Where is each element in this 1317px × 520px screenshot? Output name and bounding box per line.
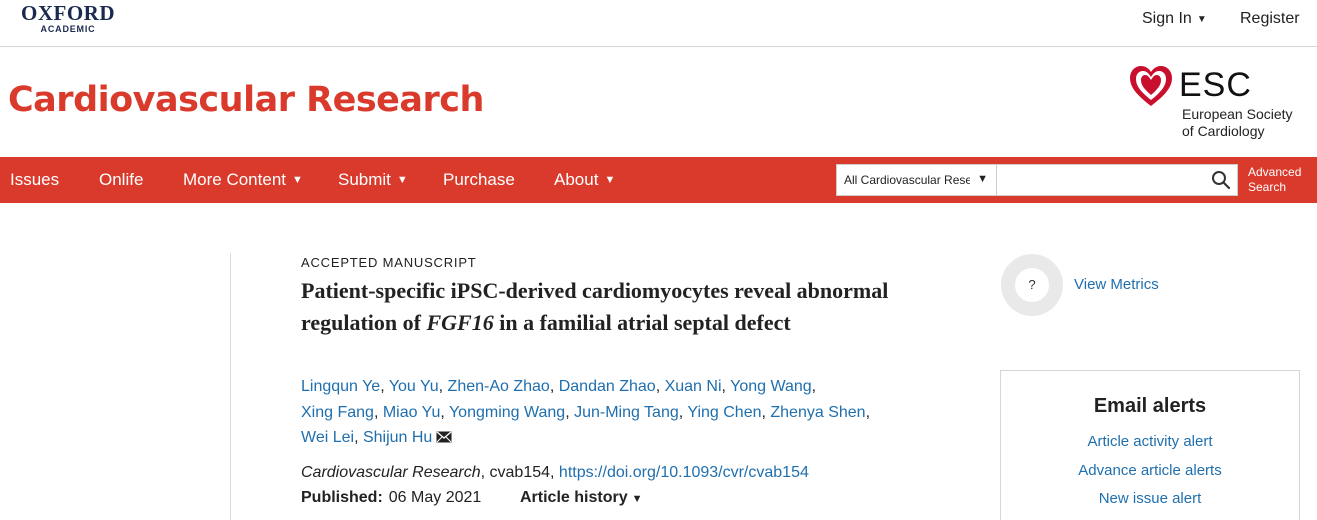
published-label: Published:: [301, 489, 383, 506]
content-divider: [230, 253, 231, 520]
altmetric-badge[interactable]: ?: [1001, 254, 1063, 316]
title-gene: FGF16: [426, 310, 494, 335]
citation-id: , cvab154,: [480, 464, 559, 481]
esc-full-name: European Society of Cardiology: [1182, 106, 1293, 140]
doi-link[interactable]: https://doi.org/10.1093/cvr/cvab154: [559, 464, 809, 481]
advanced-search-line2: Search: [1248, 180, 1287, 194]
nav-purchase[interactable]: Purchase: [443, 170, 515, 190]
article-history-toggle[interactable]: Article history ▼: [520, 489, 642, 507]
esc-heart-icon: [1130, 66, 1172, 106]
author-link[interactable]: Miao Yu: [383, 404, 441, 421]
search-bar: All Cardiovascular Rese ▼: [836, 164, 1238, 196]
envelope-icon[interactable]: [436, 431, 452, 443]
author-link[interactable]: Zhen-Ao Zhao: [448, 378, 550, 395]
nav-about[interactable]: About ▼: [554, 170, 615, 190]
author-link[interactable]: Shijun Hu: [363, 429, 432, 446]
author-link[interactable]: Lingqun Ye: [301, 378, 380, 395]
search-input[interactable]: [998, 165, 1208, 195]
author-link[interactable]: Xuan Ni: [665, 378, 722, 395]
author-link[interactable]: You Yu: [389, 378, 439, 395]
caret-down-icon: ▼: [631, 493, 643, 505]
author-link[interactable]: Jun-Ming Tang: [574, 404, 679, 421]
view-metrics-link[interactable]: View Metrics: [1074, 276, 1159, 293]
search-scope-value: All Cardiovascular Rese: [844, 173, 970, 187]
advance-article-alerts-link[interactable]: Advance article alerts: [1001, 462, 1299, 479]
nav-issues[interactable]: Issues: [10, 170, 59, 190]
author-link[interactable]: Xing Fang: [301, 404, 374, 421]
author-link[interactable]: Zhenya Shen: [770, 404, 865, 421]
author-link[interactable]: Ying Chen: [687, 404, 761, 421]
email-alerts-title: Email alerts: [1093, 395, 1207, 417]
search-icon[interactable]: [1211, 170, 1231, 190]
author-link[interactable]: Wei Lei: [301, 429, 354, 446]
caret-down-icon: ▼: [977, 173, 988, 185]
esc-logo[interactable]: ESC European Society of Cardiology: [1128, 62, 1308, 142]
nav-submit-label: Submit: [338, 170, 391, 189]
published-date: 06 May 2021: [388, 489, 482, 506]
advanced-search-link[interactable]: Advanced Search: [1248, 165, 1301, 195]
title-part2: in a familial atrial septal defect: [493, 310, 791, 335]
nav-more-content-label: More Content: [183, 170, 286, 189]
caret-down-icon: ▼: [292, 174, 303, 186]
esc-name-line2: of Cardiology: [1182, 123, 1265, 139]
nav-about-label: About: [554, 170, 599, 189]
author-list: Lingqun Ye, You Yu, Zhen-Ao Zhao, Dandan…: [301, 378, 871, 446]
citation-journal: Cardiovascular Research: [301, 464, 481, 481]
nav-more-content[interactable]: More Content ▼: [183, 170, 303, 190]
caret-down-icon: ▼: [604, 174, 616, 186]
logo-sub: ACADEMIC: [40, 24, 96, 34]
oxford-academic-logo[interactable]: OXFORD ACADEMIC: [10, 3, 126, 35]
author-link[interactable]: Dandan Zhao: [559, 378, 656, 395]
search-scope-select[interactable]: All Cardiovascular Rese ▼: [837, 165, 997, 195]
article-activity-alert-link[interactable]: Article activity alert: [1001, 433, 1299, 450]
caret-down-icon: ▼: [396, 174, 408, 186]
esc-name-line1: European Society: [1182, 106, 1293, 122]
article-history-label: Article history: [520, 489, 628, 506]
caret-down-icon: ▼: [1196, 14, 1207, 25]
email-alerts-panel: Email alerts Article activity alert Adva…: [1000, 370, 1300, 520]
nav-onlife[interactable]: Onlife: [99, 170, 143, 190]
author-link[interactable]: Yong Wang: [730, 378, 812, 395]
nav-onlife-label: Onlife: [99, 170, 144, 189]
citation-line: Cardiovascular Research, cvab154, https:…: [301, 464, 809, 482]
nav-issues-label: Issues: [10, 170, 60, 189]
article-type: ACCEPTED MANUSCRIPT: [301, 255, 477, 270]
logo-word: OXFORD: [21, 1, 115, 25]
sign-in-label: Sign In: [1142, 10, 1192, 27]
journal-title[interactable]: Cardiovascular Research: [8, 80, 484, 120]
article-title: Patient-specific iPSC-derived cardiomyoc…: [301, 275, 901, 339]
metrics-question-icon: ?: [1015, 268, 1049, 302]
author-link[interactable]: Yongming Wang: [449, 404, 565, 421]
nav-submit[interactable]: Submit ▼: [338, 170, 408, 190]
nav-purchase-label: Purchase: [443, 170, 515, 189]
advanced-search-line1: Advanced: [1248, 165, 1302, 179]
esc-abbr: ESC: [1179, 66, 1252, 104]
register-link[interactable]: Register: [1240, 10, 1300, 28]
new-issue-alert-link[interactable]: New issue alert: [1001, 490, 1299, 507]
published-line: Published: 06 May 2021: [301, 489, 481, 507]
top-bar: OXFORD ACADEMIC Sign In ▼ Register: [0, 0, 1317, 47]
sign-in-button[interactable]: Sign In ▼: [1142, 10, 1207, 28]
